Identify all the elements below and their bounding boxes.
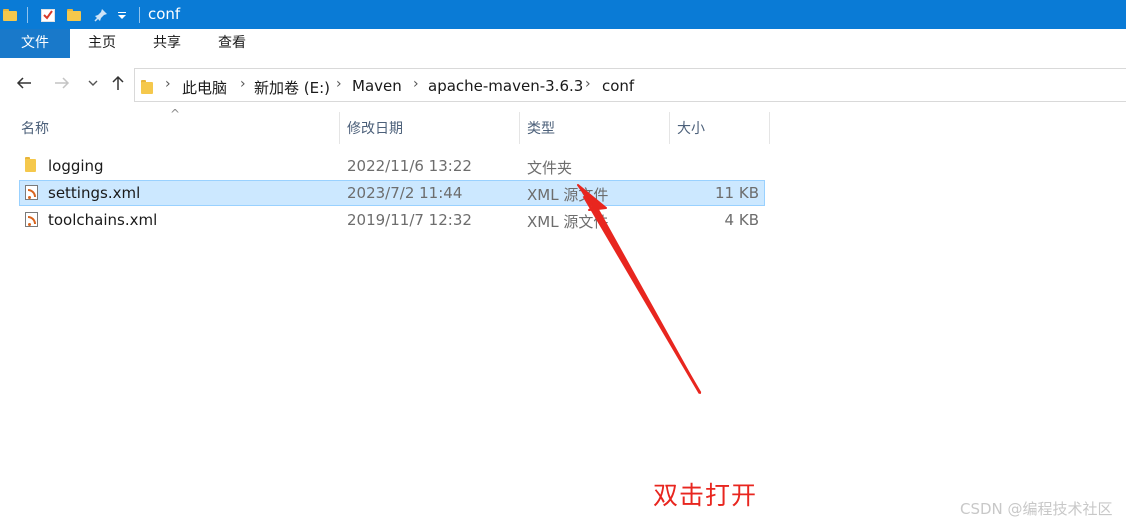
annotation-label: 双击打开 <box>653 481 758 510</box>
watermark: CSDN @编程技术社区 <box>960 500 1113 518</box>
annotation-arrow <box>577 184 702 394</box>
